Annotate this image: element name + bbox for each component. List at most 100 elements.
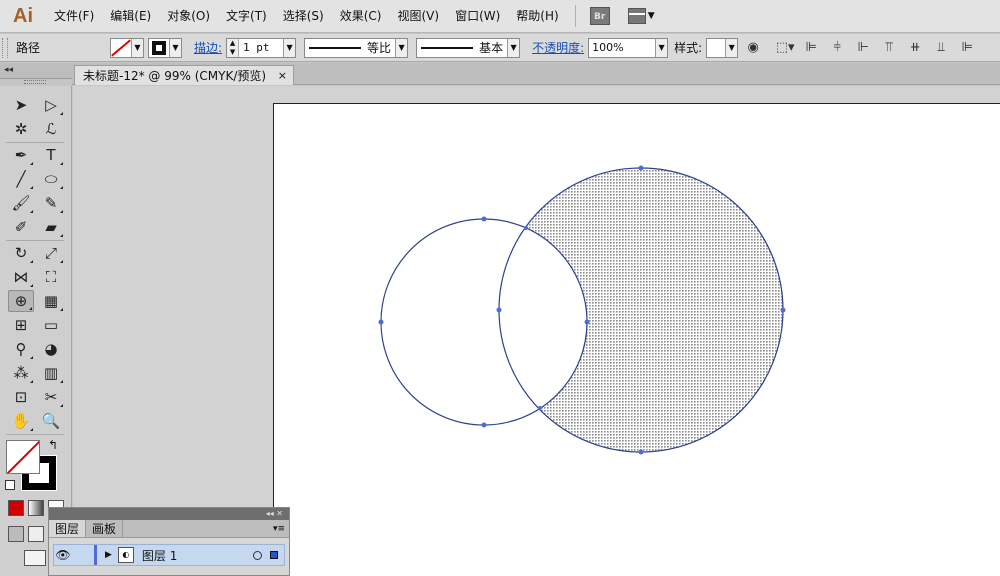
workspace-switcher[interactable]: ▼: [627, 8, 655, 24]
hand-tool-icon[interactable]: ✋: [8, 410, 34, 432]
menu-type[interactable]: 文字(T): [218, 0, 275, 33]
recolor-artwork-icon[interactable]: ◉: [742, 37, 764, 59]
slice-tool-icon[interactable]: ✂: [38, 386, 64, 408]
ellipse-tool-icon[interactable]: ⬭: [38, 168, 64, 190]
rotate-tool-icon[interactable]: ↻: [8, 242, 34, 264]
stroke-panel-link[interactable]: 描边:: [194, 39, 222, 56]
blend-tool-icon[interactable]: ◕: [38, 338, 64, 360]
visibility-eye-icon[interactable]: 👁: [54, 548, 72, 562]
draw-behind-icon[interactable]: [28, 526, 44, 542]
screen-mode-icon[interactable]: [24, 550, 46, 566]
layers-panel: ◂◂ ✕ 图层 画板 ▾≡ 👁 ▶ ◐ 图层 1: [48, 507, 290, 576]
style-swatch-icon: [707, 38, 726, 57]
layer-name[interactable]: 图层 1: [142, 547, 177, 564]
default-fill-stroke-icon[interactable]: [5, 480, 15, 490]
menu-edit[interactable]: 编辑(E): [102, 0, 159, 33]
perspective-grid-tool-icon[interactable]: ▦: [38, 290, 64, 312]
tools-panel-header[interactable]: ◂◂: [0, 63, 72, 79]
close-icon[interactable]: ×: [278, 69, 287, 82]
stepper-icon[interactable]: ▲ ▼: [227, 38, 240, 57]
align-to-icon[interactable]: ⬚▾: [774, 37, 796, 59]
menu-effect[interactable]: 效果(C): [332, 0, 390, 33]
eraser-tool-icon[interactable]: ▰: [38, 216, 64, 238]
align-hcenter-icon[interactable]: ⫩: [826, 37, 848, 59]
menu-view[interactable]: 视图(V): [389, 0, 447, 33]
tab-artboards[interactable]: 画板: [86, 520, 124, 537]
opacity-field[interactable]: 100% ▼: [588, 37, 669, 58]
pen-tool-icon[interactable]: ✒: [8, 144, 34, 166]
direct-selection-tool-icon[interactable]: ▷: [38, 94, 64, 116]
control-bar-grip[interactable]: [2, 37, 8, 58]
menu-window[interactable]: 窗口(W): [447, 0, 508, 33]
menu-file[interactable]: 文件(F): [46, 0, 102, 33]
chevron-down-icon[interactable]: ▼: [655, 38, 668, 57]
color-mode-icon[interactable]: [8, 500, 24, 516]
symbol-sprayer-tool-icon[interactable]: ⁂: [8, 362, 34, 384]
menu-bar: Ai 文件(F) 编辑(E) 对象(O) 文字(T) 选择(S) 效果(C) 视…: [0, 0, 1000, 33]
opacity-panel-link[interactable]: 不透明度:: [532, 39, 584, 56]
document-tab[interactable]: 未标题-12* @ 99% (CMYK/预览) ×: [74, 65, 294, 85]
align-left-icon[interactable]: ⊫: [800, 37, 822, 59]
align-top-icon[interactable]: ⫪: [878, 37, 900, 59]
crescent-fill-shape[interactable]: [499, 168, 783, 452]
menu-select[interactable]: 选择(S): [275, 0, 332, 33]
free-transform-tool-icon[interactable]: ⛶: [38, 266, 64, 288]
chevron-down-icon: ▼: [169, 38, 181, 57]
align-vcenter-icon[interactable]: ⧺: [904, 37, 926, 59]
brush-definition[interactable]: 基本 ▼: [416, 37, 521, 58]
stroke-weight-field[interactable]: ▲ ▼ 1 pt ▼: [226, 37, 297, 58]
fill-none-swatch[interactable]: [6, 440, 40, 474]
stroke-weight-value[interactable]: 1 pt: [239, 41, 283, 54]
graphic-style-dropdown[interactable]: ▼: [706, 37, 739, 58]
layer-thumbnail: ◐: [117, 547, 134, 563]
target-circle-icon[interactable]: [253, 550, 262, 560]
tab-layers[interactable]: 图层: [49, 520, 87, 537]
eyedropper-tool-icon[interactable]: ⚲: [8, 338, 34, 360]
menu-object[interactable]: 对象(O): [159, 0, 218, 33]
magic-wand-tool-icon[interactable]: ✲: [8, 118, 34, 140]
gradient-tool-icon[interactable]: ▭: [38, 314, 64, 336]
align-right-icon[interactable]: ⊩: [852, 37, 874, 59]
selection-indicator-icon[interactable]: [270, 551, 278, 559]
chevron-down-icon[interactable]: ▼: [283, 38, 296, 57]
opacity-value[interactable]: 100%: [589, 41, 655, 54]
type-tool-icon[interactable]: T: [38, 144, 64, 166]
variable-width-profile[interactable]: 等比 ▼: [304, 37, 409, 58]
layer-row[interactable]: 👁 ▶ ◐ 图层 1: [53, 544, 285, 566]
menu-help[interactable]: 帮助(H): [508, 0, 566, 33]
align-bottom-icon[interactable]: ⫫: [930, 37, 952, 59]
selection-tool-icon[interactable]: ➤: [8, 94, 34, 116]
zoom-tool-icon[interactable]: 🔍: [38, 410, 64, 432]
brush-definition-label: 基本: [479, 41, 504, 55]
artboard-tool-icon[interactable]: ⊡: [8, 386, 34, 408]
layers-panel-header[interactable]: ◂◂ ✕: [49, 508, 289, 520]
panel-menu-icon[interactable]: ▾≡: [273, 520, 289, 537]
scale-tool-icon[interactable]: ⤢: [38, 242, 64, 264]
lasso-tool-icon[interactable]: ℒ: [38, 118, 64, 140]
width-tool-icon[interactable]: ⋈: [8, 266, 34, 288]
pencil-tool-icon[interactable]: ✎: [38, 192, 64, 214]
tools-divider: [6, 142, 64, 143]
blob-brush-tool-icon[interactable]: ✐: [8, 216, 34, 238]
stroke-color-dropdown[interactable]: ▼: [148, 37, 182, 58]
stroke-swatch-icon: [152, 40, 166, 55]
draw-normal-icon[interactable]: [8, 526, 24, 542]
app-logo: Ai: [13, 4, 33, 27]
artwork-canvas[interactable]: [73, 86, 1000, 576]
distribute-icon[interactable]: ⊫: [956, 37, 978, 59]
layers-panel-tabs: 图层 画板 ▾≡: [49, 520, 289, 538]
shape-builder-tool-icon[interactable]: ⊕: [8, 290, 34, 312]
swap-fill-stroke-icon[interactable]: ↰: [48, 438, 58, 452]
pasteboard[interactable]: [73, 86, 1000, 576]
line-tool-icon[interactable]: ╱: [8, 168, 34, 190]
mesh-tool-icon[interactable]: ⊞: [8, 314, 34, 336]
paintbrush-tool-icon[interactable]: 🖌: [8, 192, 34, 214]
tools-panel-grip[interactable]: [24, 80, 46, 84]
gradient-mode-icon[interactable]: [28, 500, 44, 516]
column-graph-tool-icon[interactable]: ▥: [38, 362, 64, 384]
fill-color-dropdown[interactable]: ▼: [110, 37, 144, 58]
tools-divider: [6, 240, 64, 241]
expand-triangle-icon[interactable]: ▶: [105, 550, 112, 560]
stroke-line-sample: [309, 46, 362, 49]
bridge-button[interactable]: Br: [589, 7, 610, 25]
